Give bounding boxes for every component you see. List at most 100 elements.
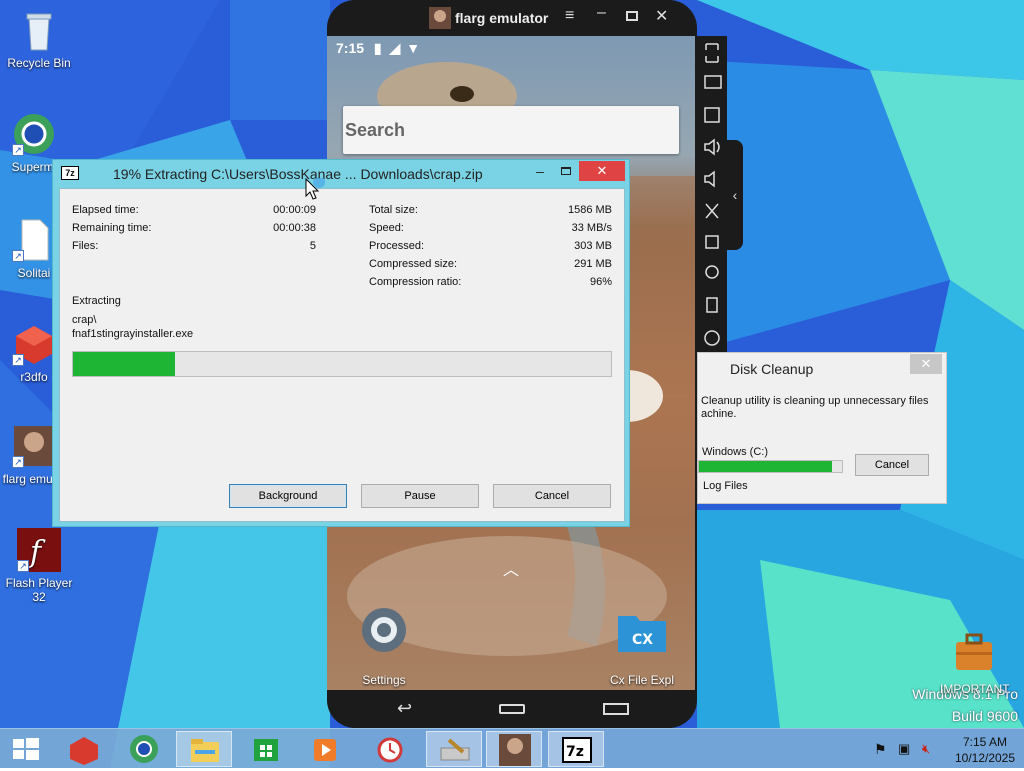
extraction-progress-bar <box>72 351 612 377</box>
red-cube-app-icon <box>70 737 98 765</box>
cx-file-explorer-icon: CX <box>618 616 666 652</box>
cancel-button[interactable]: Cancel <box>493 484 611 508</box>
network-icon[interactable]: ▣ <box>898 741 910 757</box>
disk-cleanup-dialog[interactable]: Disk Cleanup ✕ Cleanup utility is cleani… <box>697 352 947 504</box>
shortcut-arrow-icon: ↗ <box>12 144 24 156</box>
files-label: Files: <box>72 240 99 252</box>
search-widget[interactable]: Search <box>343 106 679 154</box>
mouse-cursor-icon <box>305 178 325 200</box>
message-line2: achine. <box>701 408 737 420</box>
7zip-extract-window[interactable]: 7z 19% Extracting C:\Users\BossKanae ...… <box>52 159 630 527</box>
app-drawer-arrow-icon[interactable]: ︿ <box>503 556 519 580</box>
emulator-minimize-icon[interactable]: – <box>597 4 606 22</box>
emulator-maximize-icon[interactable] <box>626 11 638 21</box>
current-path-line1: crap\ <box>72 314 97 326</box>
taskbar-alarms[interactable] <box>362 731 418 767</box>
total-size-label: Total size: <box>369 204 418 216</box>
search-placeholder: Search <box>345 120 406 140</box>
processed-value: 303 MB <box>574 240 612 252</box>
store-icon <box>254 739 278 761</box>
volume-down-icon <box>704 170 715 188</box>
disk-cleanup-cancel-button[interactable]: Cancel <box>855 454 929 476</box>
desktop-icon-recycle-bin[interactable]: Recycle Bin <box>1 8 77 70</box>
emulator-titlebar[interactable]: flarg emulator ≡ – ✕ <box>327 0 697 36</box>
taskbar-disk-cleanup[interactable] <box>426 731 482 767</box>
desktop-icon-flash-player[interactable]: f ↗ Flash Player 32 <box>1 528 77 604</box>
compression-ratio-value: 96% <box>589 276 612 288</box>
recents-icon[interactable] <box>603 703 629 715</box>
emulator-menu-icon[interactable]: ≡ <box>565 7 574 25</box>
taskbar: 7z ⚑ ▣ 🔇︎ 7:15 AM 10/12/2025 <box>0 728 1024 768</box>
recycle-bin-icon <box>17 8 61 52</box>
taskbar-flarg-emulator[interactable] <box>486 731 542 767</box>
app-label: Cx File Expl <box>609 673 674 687</box>
pause-button[interactable]: Pause <box>361 484 479 508</box>
clock[interactable]: 7:15 AM 10/12/2025 <box>948 734 1022 766</box>
settings-gear-icon <box>362 608 406 652</box>
disk-cleanup-icon <box>440 738 470 761</box>
taskbar-store[interactable] <box>238 731 294 767</box>
flash-player-icon: f ↗ <box>17 528 61 572</box>
remaining-time-value: 00:00:38 <box>273 222 316 234</box>
emulator-icon: ↗ <box>12 424 56 468</box>
7zip-minimize-button[interactable]: – <box>527 162 553 182</box>
speed-value: 33 MB/s <box>571 222 612 234</box>
maximize-icon <box>561 167 571 175</box>
taskbar-media-player[interactable] <box>298 731 354 767</box>
disk-cleanup-close-button[interactable]: ✕ <box>910 354 942 374</box>
home-icon[interactable] <box>499 704 525 714</box>
shortcut-arrow-icon: ↗ <box>12 456 24 468</box>
clock-date: 10/12/2025 <box>954 751 1016 765</box>
elapsed-time-value: 00:00:09 <box>273 204 316 216</box>
emulator-title: flarg emulator <box>455 10 549 26</box>
start-button[interactable] <box>0 731 56 767</box>
7zip-client-area: Elapsed time: 00:00:09 Remaining time: 0… <box>59 188 625 522</box>
briefcase-icon <box>952 630 996 674</box>
side-collapse-chevron-icon[interactable]: ‹ <box>727 140 743 250</box>
settings-icon <box>704 330 720 346</box>
taskbar-browser[interactable] <box>116 731 172 767</box>
flarg-emulator-icon <box>499 734 531 766</box>
taskbar-r3dfox[interactable] <box>56 731 112 767</box>
watermark-line2: Build 9600 <box>951 708 1018 724</box>
background-button[interactable]: Background <box>229 484 347 508</box>
disk-cleanup-title: Disk Cleanup <box>730 361 814 377</box>
total-size-value: 1586 MB <box>567 204 612 216</box>
taskbar-7zip[interactable]: 7z <box>548 731 604 767</box>
volume-muted-icon[interactable]: 🔇︎ <box>922 741 930 757</box>
browser-globe-icon: ↗ <box>12 112 56 156</box>
shortcut-arrow-icon: ↗ <box>17 560 29 572</box>
desktop-icon-important[interactable] <box>936 630 1012 678</box>
disk-cleanup-message: Cleanup utility is cleaning up unnecessa… <box>701 395 928 421</box>
side-tool-icons <box>704 43 722 346</box>
action-center-flag-icon[interactable]: ⚑ <box>874 741 887 758</box>
file-explorer-icon <box>191 739 219 762</box>
emulator-side-toolbar <box>697 36 727 356</box>
7zip-titlebar[interactable]: 7z 19% Extracting C:\Users\BossKanae ...… <box>53 160 629 188</box>
remaining-time-label: Remaining time: <box>72 222 152 234</box>
taskbar-file-explorer[interactable] <box>176 731 232 767</box>
emulator-close-icon[interactable]: ✕ <box>655 6 668 26</box>
speed-label: Speed: <box>369 222 404 234</box>
svg-text:CX: CX <box>632 632 653 648</box>
app-cx-file-explorer[interactable]: CX Cx File Expl <box>597 608 687 687</box>
drive-label: Windows (C:) <box>702 446 769 458</box>
compressed-size-value: 291 MB <box>574 258 612 270</box>
media-player-icon <box>314 739 336 761</box>
android-status-bar: 7:15 ▮ ◢ ▼ <box>336 40 420 57</box>
shortcut-arrow-icon: ↗ <box>12 354 24 366</box>
shake-icon <box>706 297 718 313</box>
back-icon[interactable]: ↩ <box>397 698 412 719</box>
processed-label: Processed: <box>369 240 425 252</box>
screenshot-scissors-icon <box>705 203 719 219</box>
7zip-icon: 7z <box>562 737 592 763</box>
status-time: 7:15 <box>336 40 365 56</box>
important-label: IMPORTANT <box>940 682 1010 696</box>
app-settings[interactable]: Settings <box>349 604 419 687</box>
7zip-maximize-button[interactable] <box>553 162 579 182</box>
7zip-close-button[interactable]: ✕ <box>579 161 625 181</box>
start-icon <box>13 738 39 760</box>
wifi-icon: ▼ <box>406 40 421 56</box>
files-value: 5 <box>309 240 316 252</box>
android-nav-bar: ↩ <box>327 690 697 728</box>
